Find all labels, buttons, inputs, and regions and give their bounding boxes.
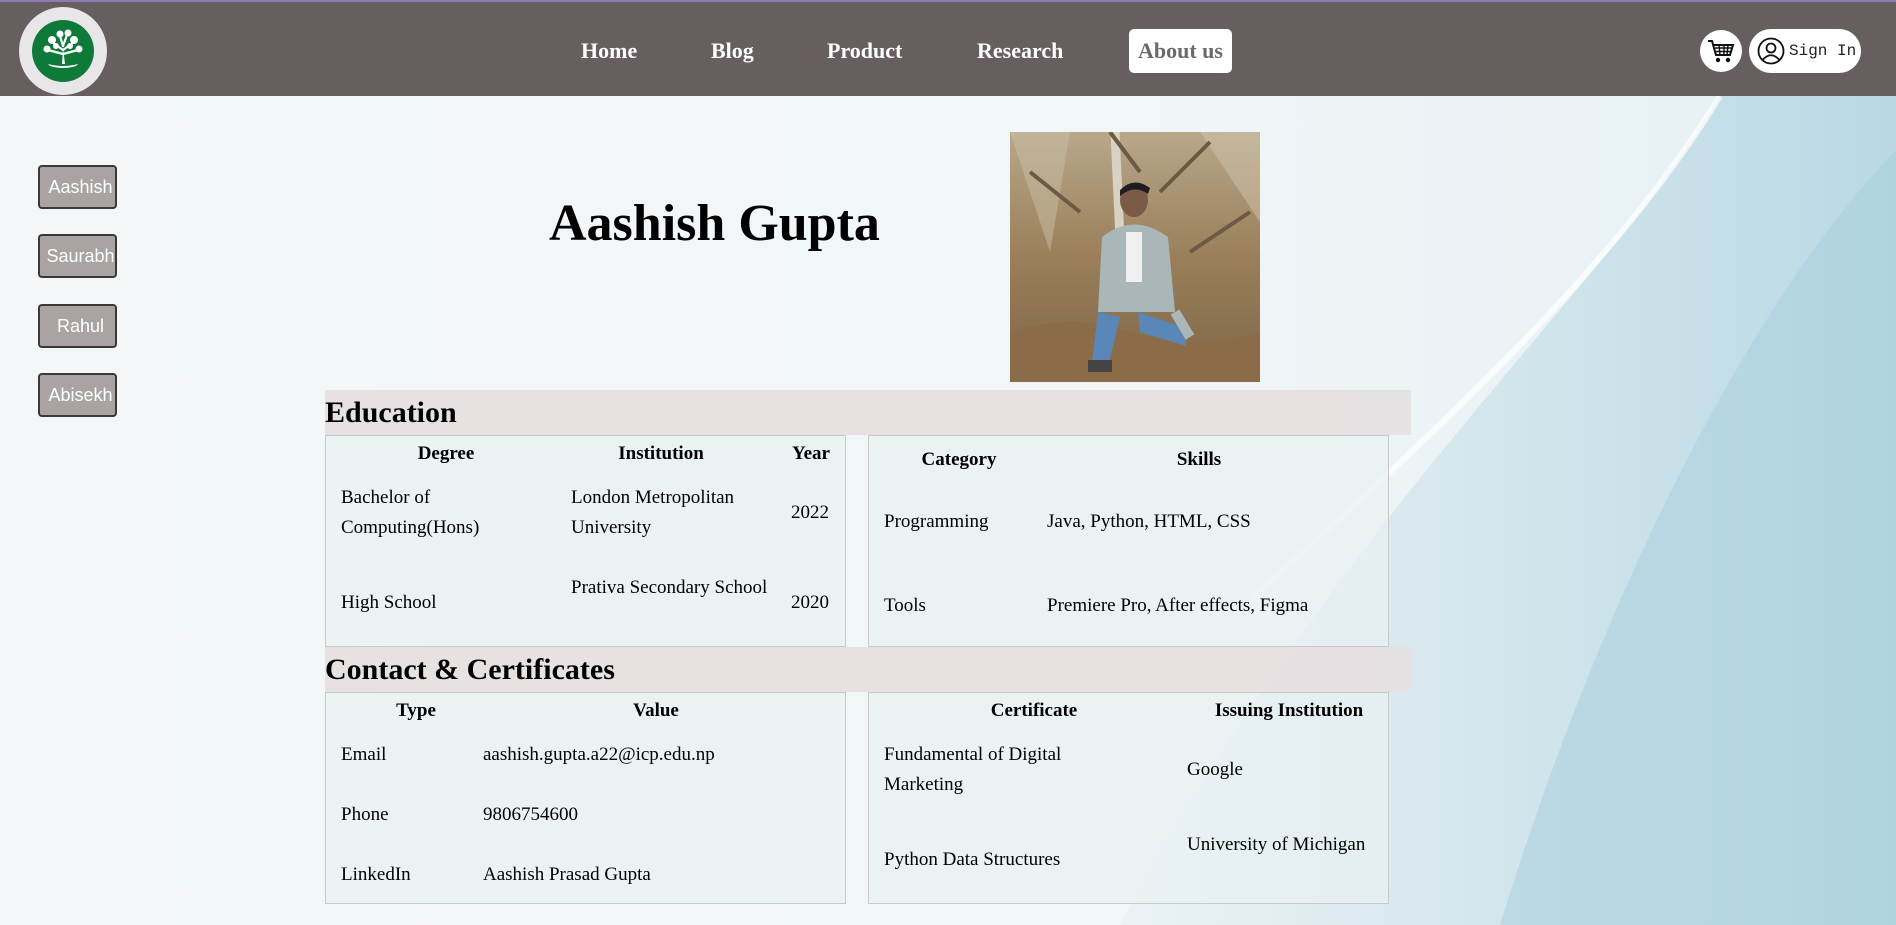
- sign-in-label: Sign In: [1789, 42, 1857, 60]
- education-row-2-year: 2020: [791, 592, 829, 613]
- nav-blog[interactable]: Blog: [711, 29, 754, 73]
- education-col-degree: Degree: [417, 443, 475, 464]
- education-row-1-institution: London Metropolitan University: [571, 487, 735, 538]
- contact-row-linkedin-type: LinkedIn: [341, 864, 411, 885]
- education-row-2-degree: High School: [341, 592, 437, 613]
- education-heading: Education: [325, 390, 1411, 435]
- contact-col-type: Type: [396, 700, 436, 721]
- education-col-year: Year: [792, 443, 830, 464]
- skills-table: Category Skills Programming Java, Python…: [868, 435, 1389, 647]
- certificates-table: Certificate Issuing Institution Fundamen…: [868, 692, 1389, 904]
- nav-product[interactable]: Product: [827, 29, 902, 73]
- skills-row-2-category: Tools: [884, 595, 926, 616]
- cart-button[interactable]: [1700, 30, 1742, 72]
- education-table: Degree Institution Year Bachelor of Comp…: [325, 435, 846, 647]
- certificates-row-1-name: Fundamental of Digital Marketing: [884, 744, 1062, 795]
- contact-row-linkedin-value[interactable]: Aashish Prasad Gupta: [483, 860, 833, 890]
- sidebar-item-saurabh[interactable]: Saurabh: [38, 234, 117, 278]
- contact-col-value: Value: [633, 700, 679, 721]
- education-col-institution: Institution: [618, 443, 704, 464]
- sidebar-item-abisekh[interactable]: Abisekh: [38, 373, 117, 417]
- top-nav-bar: Home Blog Product Research About us Sign…: [0, 0, 1896, 96]
- main-nav: Home Blog Product Research About us: [0, 29, 1896, 73]
- contact-row-phone-type: Phone: [341, 804, 389, 825]
- user-circle-icon: [1757, 37, 1785, 65]
- skills-col-skills: Skills: [1176, 449, 1222, 470]
- certificates-row-1-issuer: Google: [1187, 759, 1243, 780]
- education-row-2-institution: Prativa Secondary School: [571, 577, 768, 598]
- nav-home[interactable]: Home: [581, 29, 637, 73]
- sign-in-button[interactable]: Sign In: [1749, 29, 1861, 73]
- certificates-row-2-name: Python Data Structures: [884, 849, 1061, 870]
- sidebar-item-rahul[interactable]: Rahul: [38, 304, 117, 348]
- contact-row-phone-value: 9806754600: [483, 804, 578, 825]
- certificates-col-issuer: Issuing Institution: [1214, 700, 1364, 721]
- certificates-col-certificate: Certificate: [990, 700, 1078, 721]
- education-row-1-year: 2022: [791, 502, 829, 523]
- nav-research[interactable]: Research: [977, 29, 1063, 73]
- nav-about-us[interactable]: About us: [1129, 29, 1232, 73]
- skills-col-category: Category: [921, 449, 997, 470]
- profile-name: Aashish Gupta: [549, 195, 880, 252]
- skills-row-1-category: Programming: [884, 511, 989, 532]
- profile-photo: [1010, 132, 1260, 382]
- skills-row-1-skills: Java, Python, HTML, CSS: [1047, 511, 1251, 532]
- contact-row-email-value[interactable]: aashish.gupta.a22@icp.edu.np: [483, 740, 833, 770]
- contact-table: Type Value Email aashish.gupta.a22@icp.e…: [325, 692, 846, 904]
- skills-row-2-skills: Premiere Pro, After effects, Figma: [1047, 595, 1309, 616]
- contact-certificates-heading: Contact & Certificates: [325, 647, 1411, 692]
- contact-row-email-type: Email: [341, 744, 387, 765]
- shopping-cart-icon: [1708, 40, 1735, 63]
- sidebar-item-aashish[interactable]: Aashish: [38, 165, 117, 209]
- certificates-row-2-issuer: University of Michigan: [1187, 834, 1366, 855]
- education-row-1-degree: Bachelor of Computing(Hons): [341, 487, 480, 538]
